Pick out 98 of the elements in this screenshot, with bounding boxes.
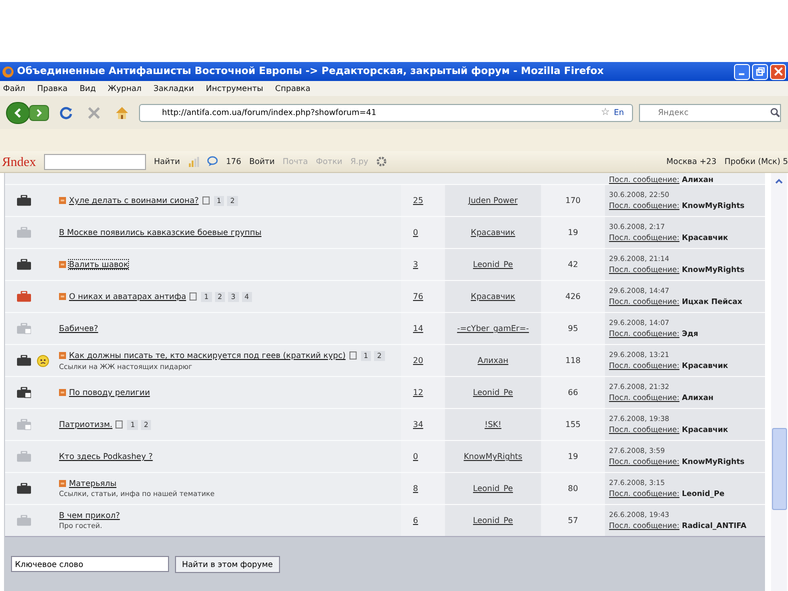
home-icon[interactable] [115,106,129,120]
topic-link[interactable]: Бабичев? [59,324,98,333]
weather-button[interactable]: Москва +23 [666,157,716,166]
briefcase-icon [17,291,31,302]
pages-icon [115,420,124,429]
topic-link[interactable]: Матерьялы [69,479,116,488]
topic-link[interactable]: Хуле делать с воинами сиона? [69,196,199,205]
replies-link[interactable]: 0 [413,452,418,461]
reload-icon[interactable] [59,106,73,120]
replies-link[interactable]: 8 [413,484,418,493]
replies-link[interactable]: 14 [413,324,424,333]
briefcase-icon [17,195,31,206]
forward-button[interactable] [29,104,49,120]
search-forum-button[interactable]: Найти в этом форуме [175,556,280,572]
keyword-field[interactable]: Ключевое слово [11,556,169,572]
briefcase-icon [17,323,31,334]
search-field[interactable]: Яндекс [639,104,781,122]
views-count: 42 [568,260,578,269]
views-count: 118 [565,356,581,365]
menu-item[interactable]: Журнал [108,84,142,93]
restore-icon [756,67,764,76]
author-link[interactable]: -=cYber_gamEr=- [457,324,529,333]
window-title: Объединенные Антифашисты Восточной Европы -> Редакторская, закрытый форум - Mozilla Firefox [17,66,605,77]
views-count: 57 [568,516,578,525]
browser-logo-icon [2,66,14,78]
views-count: 170 [565,196,581,205]
topic-link[interactable]: О никах и аватарах антифа [69,292,186,301]
find-button[interactable]: Найти [154,157,180,166]
replies-link[interactable]: 12 [413,388,424,397]
author-link[interactable]: !SK! [484,420,502,429]
close-icon [774,67,782,76]
briefcase-icon [17,387,31,398]
signal-bars-icon [188,156,199,167]
author-link[interactable]: Алихан [478,356,508,365]
language-indicator[interactable]: En [614,108,632,117]
topic-link[interactable]: Патриотизм. [59,420,112,429]
author-link[interactable]: Leonid_Pe [473,484,513,493]
briefcase-icon [17,259,31,270]
briefcase-icon [17,355,31,366]
login-button[interactable]: Войти [249,157,275,166]
replies-link[interactable]: 20 [413,356,424,365]
briefcase-icon [17,515,31,526]
author-link[interactable]: Красавчик [470,292,516,301]
briefcase-icon [17,227,31,238]
gear-icon[interactable] [376,156,388,167]
views-count: 80 [568,484,578,493]
replies-link[interactable]: 6 [413,516,418,525]
views-count: 66 [568,388,578,397]
scrollbar[interactable] [771,173,787,591]
menu-item[interactable]: Вид [80,84,96,93]
author-link[interactable]: Красавчик [470,228,516,237]
search-input[interactable]: Яндекс [640,104,770,120]
menu-item[interactable]: Закладки [153,84,194,93]
menu-item[interactable]: Инструменты [206,84,264,93]
topic-link[interactable]: В Москве появились кавказские боевые группы [59,228,262,237]
topic-link[interactable]: Как должны писать те, кто маскируется под геев (краткий курс) [69,351,346,360]
author-link[interactable]: Leonid_Pe [473,516,513,525]
speech-bubble-icon [206,156,218,167]
bookmark-star[interactable]: ☆ [600,107,610,118]
briefcase-icon [17,483,31,494]
toolbar-logo[interactable]: Яndex [2,154,36,170]
views-count: 19 [568,452,578,461]
pages-icon [202,196,211,205]
back-button[interactable] [6,102,30,124]
replies-link[interactable]: 34 [413,420,424,429]
views-count: 155 [565,420,581,429]
author-link[interactable]: Leonid_Pe [473,388,513,397]
replies-link[interactable]: 0 [413,228,418,237]
briefcase-icon [17,419,31,430]
restore-button[interactable] [752,64,768,80]
topic-link[interactable]: В чем прикол? [59,511,120,520]
author-link[interactable]: KnowMyRights [464,452,522,461]
traffic-button[interactable]: Пробки (Мск) 5 [724,157,788,166]
message-count[interactable]: 176 [226,157,242,166]
views-count: 95 [568,324,578,333]
close-button[interactable] [770,64,786,80]
search-icon[interactable] [770,107,780,118]
pages-icon [348,351,358,360]
replies-link[interactable]: 25 [413,196,424,205]
topic-link[interactable]: Валить шавок [69,260,128,269]
views-count: 19 [568,228,578,237]
topic-link[interactable]: Кто здесь Podkashey ? [59,452,153,461]
menu-item[interactable]: Правка [37,84,68,93]
address-field[interactable]: http://antifa.com.ua/forum/index.php?showforum=41 ☆ En [139,104,633,122]
minimize-button[interactable] [734,64,750,80]
author-link[interactable]: Juden Power [468,196,518,205]
menu-item[interactable]: Справка [275,84,310,93]
replies-link[interactable]: 3 [413,260,418,269]
pages-icon [189,292,198,301]
topic-link[interactable]: По поводу религии [69,388,150,397]
author-link[interactable]: Leonid_Pe [473,260,513,269]
toolbar-search-field[interactable] [44,154,146,170]
replies-link[interactable]: 76 [413,292,424,301]
briefcase-icon [17,451,31,462]
views-count: 426 [565,292,581,301]
scroll-thumb[interactable] [772,428,787,510]
scroll-up-icon[interactable] [774,176,784,186]
menu-item[interactable]: Файл [3,84,26,93]
